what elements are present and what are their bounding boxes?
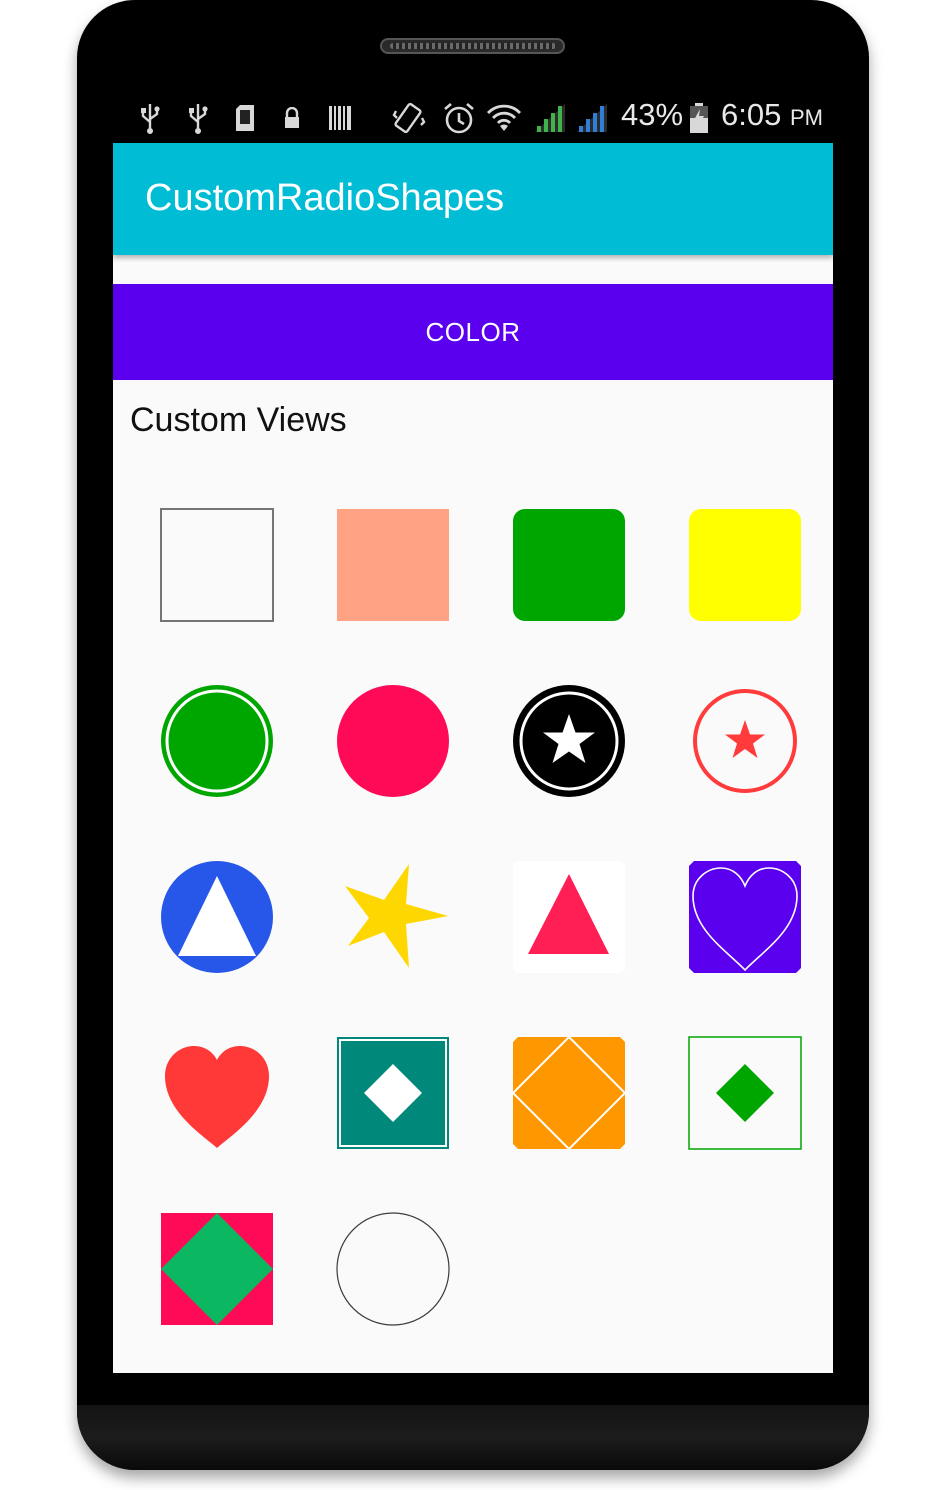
red-triangle-square-shape[interactable] [512,860,626,974]
app-title: CustomRadioShapes [145,177,505,219]
purple-heart-square-shape[interactable] [688,860,802,974]
pink-green-diamond-shape[interactable] [160,1212,274,1326]
clock: 6:05 PM [721,97,823,133]
usb-icon [185,101,211,135]
usb-icon [137,101,163,135]
blue-triangle-circle-shape[interactable] [160,860,274,974]
section-title: Custom Views [130,401,347,439]
barcode-icon [327,101,353,135]
yellow-rounded-square-shape[interactable] [688,508,802,622]
salmon-square-shape[interactable] [336,508,450,622]
battery-charging-icon [687,101,711,135]
vibrate-icon [391,101,427,135]
teal-diamond-square-shape[interactable] [336,1036,450,1150]
color-button[interactable]: COLOR [113,284,833,380]
yellow-star-shape[interactable] [336,860,450,974]
battery-percentage: 43% [621,97,684,132]
signal-green-icon [533,101,567,135]
lock-icon [281,101,303,135]
app-screen: CustomRadioShapes COLOR Custom Views [113,143,833,1373]
green-diamond-outlined-square-shape[interactable] [688,1036,802,1150]
phone-chin [77,1405,869,1470]
black-star-circle-shape[interactable] [512,684,626,798]
app-bar: CustomRadioShapes [113,143,833,255]
green-ringed-circle-shape[interactable] [160,684,274,798]
red-star-ring-shape[interactable] [688,684,802,798]
outlined-circle-shape[interactable] [336,1212,450,1326]
status-bar: 43% 6:05 PM [113,95,833,143]
signal-blue-icon [575,101,609,135]
outlined-square-shape[interactable] [160,508,274,622]
orange-diamond-square-shape[interactable] [512,1036,626,1150]
green-rounded-square-shape[interactable] [512,508,626,622]
clock-ampm: PM [789,105,823,130]
wifi-icon [485,101,523,135]
clock-time: 6:05 [721,97,782,132]
pink-circle-shape[interactable] [336,684,450,798]
alarm-icon [441,101,477,135]
red-heart-shape[interactable] [160,1036,274,1150]
sd-card-icon [233,101,257,135]
speaker-grill [390,43,556,49]
